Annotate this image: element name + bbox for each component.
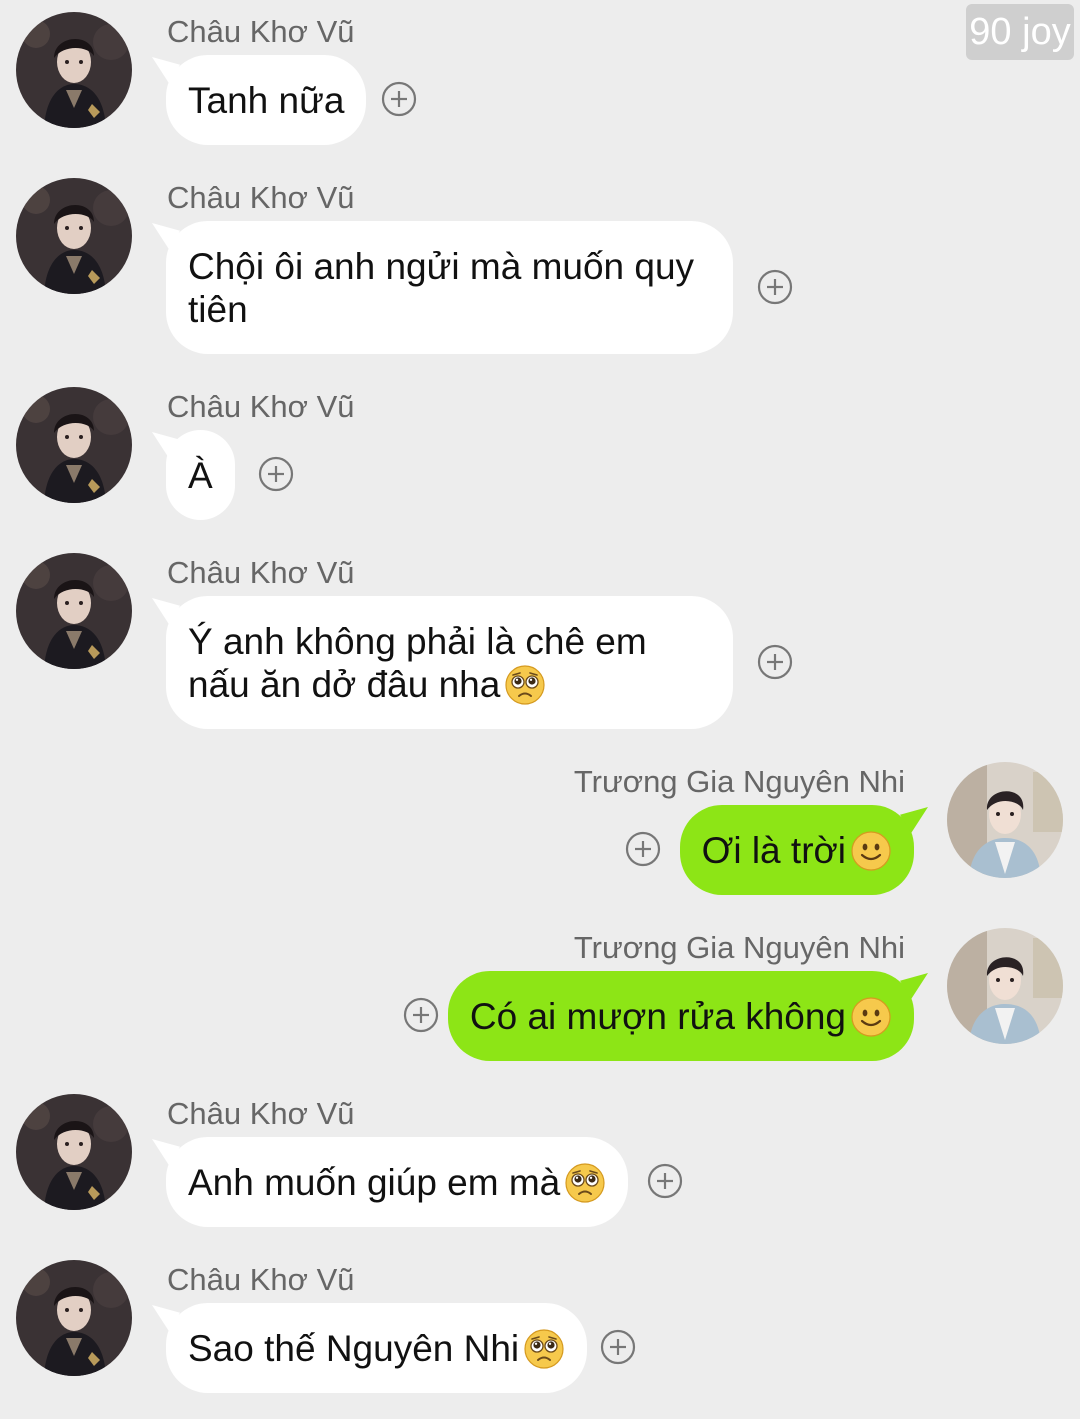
avatar[interactable] <box>947 928 1063 1044</box>
message-incoming: Châu Khơ Vũ Sao thế Nguyên Nhi <box>0 1260 1080 1395</box>
message-bubble[interactable]: Sao thế Nguyên Nhi <box>166 1303 588 1393</box>
message-text: Ơi là trời <box>701 830 846 871</box>
message-bubble[interactable]: Ơi là trời <box>679 805 914 895</box>
add-reaction-icon[interactable] <box>600 1329 636 1365</box>
sender-name: Châu Khơ Vũ <box>167 1262 355 1297</box>
message-bubble[interactable]: Tanh nữa <box>166 55 367 145</box>
message-incoming: Châu Khơ Vũ Tanh nữa <box>0 12 1080 147</box>
add-reaction-icon[interactable] <box>757 269 793 305</box>
message-text: Anh muốn giúp em mà <box>188 1162 561 1203</box>
pleading-face-icon <box>504 664 546 706</box>
message-incoming: Châu Khơ Vũ À <box>0 387 1080 522</box>
message-bubble[interactable]: Chội ôi anh ngửi mà muốn quy tiên <box>166 221 733 354</box>
message-outgoing: Trương Gia Nguyên Nhi Có ai mượn rửa khô… <box>0 928 1080 1063</box>
sender-name: Châu Khơ Vũ <box>167 555 355 590</box>
message-bubble[interactable]: Ý anh không phải là chê em nấu ăn dở đâu… <box>166 596 733 729</box>
smiling-face-icon <box>850 830 892 872</box>
message-incoming: Châu Khơ Vũ Anh muốn giúp em mà <box>0 1094 1080 1229</box>
add-reaction-icon[interactable] <box>258 456 294 492</box>
message-text: Sao thế Nguyên Nhi <box>188 1328 520 1369</box>
avatar[interactable] <box>947 762 1063 878</box>
add-reaction-icon[interactable] <box>625 831 661 867</box>
sender-name: Trương Gia Nguyên Nhi <box>573 764 905 799</box>
message-text: Chội ôi anh ngửi mà muốn quy tiên <box>188 246 695 330</box>
avatar[interactable] <box>16 1260 132 1376</box>
add-reaction-icon[interactable] <box>757 644 793 680</box>
sender-name: Trương Gia Nguyên Nhi <box>573 930 905 965</box>
sender-name: Châu Khơ Vũ <box>167 389 355 424</box>
avatar[interactable] <box>16 178 132 294</box>
avatar[interactable] <box>16 553 132 669</box>
avatar[interactable] <box>16 1094 132 1210</box>
message-bubble[interactable]: À <box>166 430 235 520</box>
message-incoming: Châu Khơ Vũ Chội ôi anh ngửi mà muốn quy… <box>0 178 1080 356</box>
add-reaction-icon[interactable] <box>647 1163 683 1199</box>
message-bubble[interactable]: Anh muốn giúp em mà <box>166 1137 629 1227</box>
message-outgoing: Trương Gia Nguyên Nhi Ơi là trời <box>0 762 1080 897</box>
sender-name: Châu Khơ Vũ <box>167 1096 355 1131</box>
pleading-face-icon <box>564 1162 606 1204</box>
smiling-face-icon <box>850 996 892 1038</box>
avatar[interactable] <box>16 12 132 128</box>
sender-name: Châu Khơ Vũ <box>167 14 355 49</box>
message-text: À <box>188 455 213 496</box>
avatar[interactable] <box>16 387 132 503</box>
message-text: Ý anh không phải là chê em nấu ăn dở đâu… <box>188 621 647 705</box>
sender-name: Châu Khơ Vũ <box>167 180 355 215</box>
message-text: Có ai mượn rửa không <box>469 996 846 1037</box>
message-bubble[interactable]: Có ai mượn rửa không <box>447 971 914 1061</box>
message-incoming: Châu Khơ Vũ Ý anh không phải là chê em n… <box>0 553 1080 731</box>
add-reaction-icon[interactable] <box>381 81 417 117</box>
add-reaction-icon[interactable] <box>403 997 439 1033</box>
pleading-face-icon <box>523 1328 565 1370</box>
message-text: Tanh nữa <box>188 80 345 121</box>
